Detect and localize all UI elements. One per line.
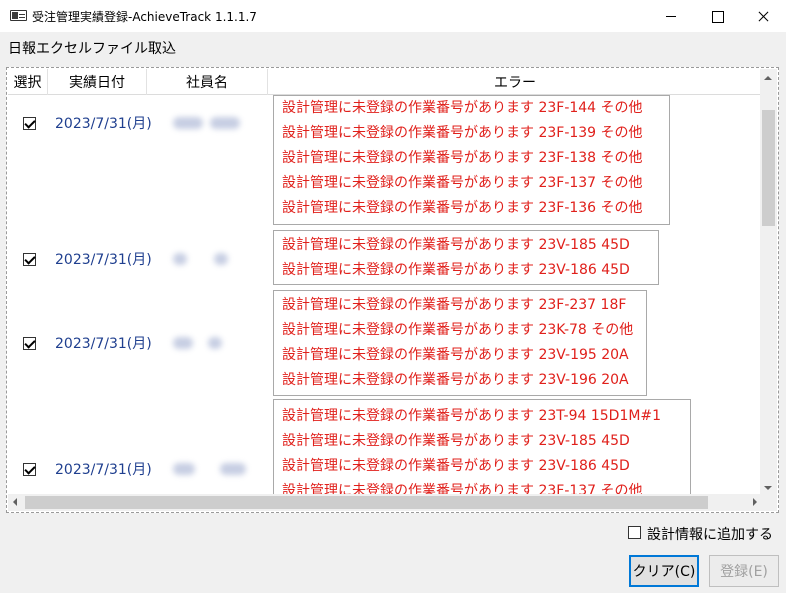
column-header-employee[interactable]: 社員名 <box>147 69 268 95</box>
horizontal-scroll-thumb[interactable] <box>25 496 708 509</box>
table-row[interactable]: 2023/7/31(月) 設計管理に未登録の作業番号があります 23T-94 1… <box>8 399 762 497</box>
error-message: 設計管理に未登録の作業番号があります 23F-139 その他 <box>282 125 643 141</box>
row-date: 2023/7/31(月) <box>55 116 152 132</box>
error-message: 設計管理に未登録の作業番号があります 23F-136 その他 <box>282 200 643 216</box>
table-row[interactable]: 2023/7/31(月) 設計管理に未登録の作業番号があります 23V-185 … <box>8 230 762 288</box>
section-label: 日報エクセルファイル取込 <box>8 41 176 57</box>
clear-button[interactable]: クリア(C) <box>629 555 699 587</box>
scroll-right-icon[interactable] <box>753 498 757 506</box>
error-message: 設計管理に未登録の作業番号があります 23V-185 45D <box>282 237 630 253</box>
error-message: 設計管理に未登録の作業番号があります 23V-186 45D <box>282 262 630 278</box>
maximize-icon[interactable] <box>694 0 740 32</box>
error-list: 設計管理に未登録の作業番号があります 23F-237 18F 設計管理に未登録の… <box>273 290 647 396</box>
add-design-info-checkbox[interactable] <box>628 526 641 539</box>
error-message: 設計管理に未登録の作業番号があります 23T-94 15D1M#1 <box>282 408 662 424</box>
error-message: 設計管理に未登録の作業番号があります 23K-78 その他 <box>282 322 634 338</box>
table-row[interactable]: 2023/7/31(月) 設計管理に未登録の作業番号があります 23F-144 … <box>8 95 762 228</box>
error-list: 設計管理に未登録の作業番号があります 23T-94 15D1M#1 設計管理に未… <box>273 399 691 497</box>
row-select-checkbox[interactable] <box>23 337 36 350</box>
scrollbar-corner <box>760 494 777 511</box>
column-header-select[interactable]: 選択 <box>8 69 48 95</box>
title-bar: 受注管理実績登録-AchieveTrack 1.1.1.7 <box>0 0 786 32</box>
error-list: 設計管理に未登録の作業番号があります 23F-144 その他 設計管理に未登録の… <box>273 95 670 225</box>
error-message: 設計管理に未登録の作業番号があります 23F-137 その他 <box>282 175 643 191</box>
employee-name-redacted <box>220 463 246 475</box>
import-error-grid[interactable]: 選択 実績日付 社員名 エラー 2023/7/31(月) 設計管理に未登録の作業… <box>6 67 779 513</box>
employee-name-redacted <box>173 463 195 475</box>
close-icon[interactable] <box>740 0 786 32</box>
grid-header: 選択 実績日付 社員名 エラー <box>8 69 762 95</box>
row-select-checkbox[interactable] <box>23 117 36 130</box>
vertical-scrollbar[interactable] <box>760 69 777 497</box>
row-select-checkbox[interactable] <box>23 253 36 266</box>
employee-name-redacted <box>210 117 240 129</box>
employee-name-redacted <box>173 253 187 265</box>
error-message: 設計管理に未登録の作業番号があります 23F-237 18F <box>282 297 627 313</box>
row-date: 2023/7/31(月) <box>55 252 152 268</box>
row-date: 2023/7/31(月) <box>55 462 152 478</box>
scroll-up-icon[interactable] <box>764 76 772 80</box>
table-row[interactable]: 2023/7/31(月) 設計管理に未登録の作業番号があります 23F-237 … <box>8 290 762 397</box>
employee-name-redacted <box>214 253 228 265</box>
horizontal-scrollbar[interactable] <box>8 494 762 511</box>
vertical-scroll-thumb[interactable] <box>762 110 775 226</box>
scroll-left-icon[interactable] <box>13 498 17 506</box>
error-list: 設計管理に未登録の作業番号があります 23V-185 45D 設計管理に未登録の… <box>273 230 659 285</box>
column-header-date[interactable]: 実績日付 <box>48 69 147 95</box>
error-message: 設計管理に未登録の作業番号があります 23V-185 45D <box>282 433 630 449</box>
add-design-info-label[interactable]: 設計情報に追加する <box>647 524 773 544</box>
minimize-icon[interactable] <box>648 0 694 32</box>
error-message: 設計管理に未登録の作業番号があります 23V-196 20A <box>282 372 629 388</box>
window-title: 受注管理実績登録-AchieveTrack 1.1.1.7 <box>32 10 257 24</box>
row-date: 2023/7/31(月) <box>55 336 152 352</box>
employee-name-redacted <box>173 117 203 129</box>
employee-name-redacted <box>208 337 222 349</box>
error-message: 設計管理に未登録の作業番号があります 23V-186 45D <box>282 458 630 474</box>
column-header-error[interactable]: エラー <box>268 69 762 95</box>
error-message: 設計管理に未登録の作業番号があります 23V-195 20A <box>282 347 629 363</box>
grid-rows: 2023/7/31(月) 設計管理に未登録の作業番号があります 23F-144 … <box>8 95 762 497</box>
employee-name-redacted <box>173 337 193 349</box>
error-message: 設計管理に未登録の作業番号があります 23F-138 その他 <box>282 150 643 166</box>
error-message: 設計管理に未登録の作業番号があります 23F-144 その他 <box>282 100 643 116</box>
scroll-down-icon[interactable] <box>764 486 772 490</box>
row-select-checkbox[interactable] <box>23 463 36 476</box>
app-window-icon <box>10 10 27 21</box>
register-button[interactable]: 登録(E) <box>709 555 779 587</box>
